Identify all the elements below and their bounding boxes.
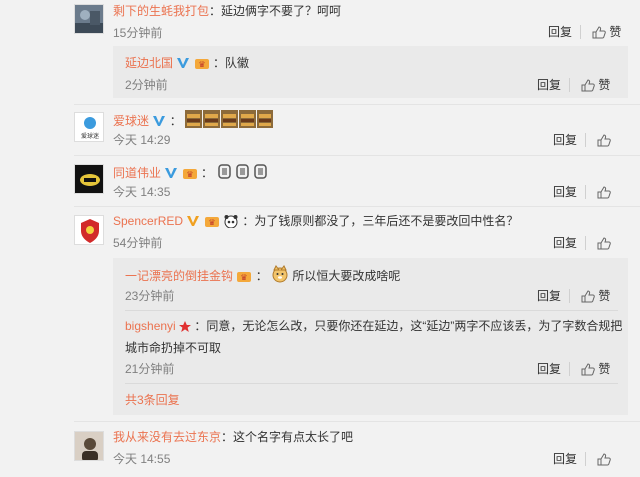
comment-text: ：延边俩字不要了？呵呵 — [209, 4, 342, 18]
candle-emoji-row-icon — [218, 164, 268, 179]
comment-text: ： — [201, 166, 214, 180]
comment-username[interactable]: 同道伟业 — [113, 166, 161, 180]
reply-time: 2分钟前 — [125, 78, 168, 92]
like-label: 赞 — [598, 289, 611, 303]
divider — [585, 236, 586, 250]
comment-text: ：这个名字有点太长了吧 — [221, 430, 354, 444]
comment-time: 今天 14:35 — [113, 185, 171, 199]
divider — [569, 289, 570, 303]
thumb-up-icon — [597, 134, 611, 147]
comment-time: 今天 14:55 — [113, 452, 171, 466]
avatar[interactable] — [74, 4, 104, 34]
divider — [569, 362, 570, 376]
divider — [585, 185, 586, 199]
comment-username[interactable]: 我从来没有去过东京 — [113, 430, 221, 444]
reply-time: 21分钟前 — [125, 362, 175, 376]
comment-5: 我从来没有去过东京：这个名字有点太长了吧 — [113, 428, 353, 446]
crown-badge-icon: ♛ — [237, 272, 252, 282]
comment-4: SpencerRED ♛ ：为了钱原则都没了，三年后还不是要改回中性名？ — [113, 212, 518, 230]
like-label: 赞 — [609, 25, 622, 39]
like-button[interactable]: 赞 — [592, 23, 621, 41]
reply-button[interactable]: 回复 — [553, 183, 577, 201]
comment-time: 今天 14:29 — [113, 133, 171, 147]
comment-text: ：为了钱原则都没了，三年后还不是要改回中性名？ — [242, 214, 519, 228]
like-button[interactable]: 赞 — [581, 287, 610, 305]
like-label: 赞 — [598, 78, 611, 92]
comment-username[interactable]: SpencerRED — [113, 214, 183, 228]
verified-v-icon — [177, 58, 190, 68]
reply-text: ：同意，无论怎么改，只要你还在延边，这“延边”两字不应该丢，为了字数合规把 — [194, 319, 623, 333]
thumb-up-icon — [581, 363, 595, 376]
burger-emoji-row-icon — [185, 110, 274, 128]
divider — [580, 25, 581, 39]
divider — [585, 452, 586, 466]
reply-text-continued: 城市命扔掉不可取 — [125, 341, 222, 355]
comment-text: ： — [169, 114, 182, 128]
avatar[interactable] — [74, 215, 104, 245]
reply-username[interactable]: bigshenyi — [125, 319, 176, 333]
crown-badge-icon: ♛ — [204, 217, 219, 227]
thumb-up-icon — [597, 453, 611, 466]
avatar[interactable] — [74, 164, 104, 194]
comment-3: 同道伟业 ♛ ： — [113, 162, 272, 182]
reply-item: 延边北国 ♛ ：队徽 — [125, 54, 249, 72]
comment-username[interactable]: 爱球迷 — [113, 114, 149, 128]
reply-item: bigshenyi ：同意，无论怎么改，只要你还在延边，这“延边”两字不应该丢，… — [125, 317, 622, 335]
reply-button[interactable]: 回复 — [553, 131, 577, 149]
more-replies-link[interactable]: 共3条回复 — [125, 391, 180, 409]
reply-text: ：队徽 — [213, 56, 250, 70]
reply-button[interactable]: 回复 — [537, 287, 561, 305]
reply-button[interactable]: 回复 — [537, 76, 561, 94]
thumb-up-icon — [592, 26, 606, 39]
reply-button[interactable]: 回复 — [553, 450, 577, 468]
svg-text:♛: ♛ — [186, 170, 193, 179]
crown-badge-icon: ♛ — [182, 169, 197, 179]
verified-v-icon — [153, 116, 166, 126]
avatar[interactable] — [74, 431, 104, 461]
thumb-up-icon — [581, 290, 595, 303]
reply-button[interactable]: 回复 — [537, 360, 561, 378]
like-label: 赞 — [598, 362, 611, 376]
like-button[interactable] — [597, 450, 611, 468]
doge-emoji-icon — [272, 265, 288, 283]
reply-item: 一记漂亮的倒挂金钩 ♛ ： 所以恒大要改成啥呢 — [125, 265, 400, 285]
svg-text:♛: ♛ — [241, 273, 248, 282]
divider — [74, 155, 640, 156]
divider — [125, 383, 618, 384]
like-button[interactable]: 赞 — [581, 360, 610, 378]
svg-text:♛: ♛ — [198, 60, 205, 69]
reply-username[interactable]: 一记漂亮的倒挂金钩 — [125, 269, 233, 283]
divider — [74, 421, 640, 422]
reply-button[interactable]: 回复 — [548, 23, 572, 41]
divider — [74, 206, 640, 207]
verified-v-gold-icon — [187, 216, 200, 226]
divider — [74, 104, 640, 105]
reply-button[interactable]: 回复 — [553, 234, 577, 252]
reply-text: 所以恒大要改成啥呢 — [292, 269, 401, 283]
divider — [569, 78, 570, 92]
panda-icon — [224, 215, 238, 228]
comment-time: 54分钟前 — [113, 236, 163, 250]
avatar-label: 爱球迷 — [81, 132, 99, 140]
divider — [125, 310, 618, 311]
verified-v-icon — [165, 168, 178, 178]
like-button[interactable] — [597, 183, 611, 201]
like-button[interactable] — [597, 131, 611, 149]
comment-username[interactable]: 剩下的生蚝我打包 — [113, 4, 209, 18]
comment-1: 剩下的生蚝我打包：延边俩字不要了？呵呵 — [113, 2, 341, 20]
crown-badge-icon: ♛ — [194, 59, 209, 69]
reply-time: 23分钟前 — [125, 289, 175, 303]
like-button[interactable] — [597, 234, 611, 252]
reply-username[interactable]: 延边北国 — [125, 56, 173, 70]
like-button[interactable]: 赞 — [581, 76, 610, 94]
thumb-up-icon — [597, 186, 611, 199]
svg-text:♛: ♛ — [208, 218, 215, 227]
thumb-up-icon — [581, 79, 595, 92]
red-star-icon — [179, 321, 192, 332]
thumb-up-icon — [597, 237, 611, 250]
divider — [585, 133, 586, 147]
comment-2: 爱球迷 ： — [113, 110, 274, 130]
avatar[interactable]: 爱球迷 — [74, 112, 104, 142]
comment-time: 15分钟前 — [113, 26, 163, 40]
